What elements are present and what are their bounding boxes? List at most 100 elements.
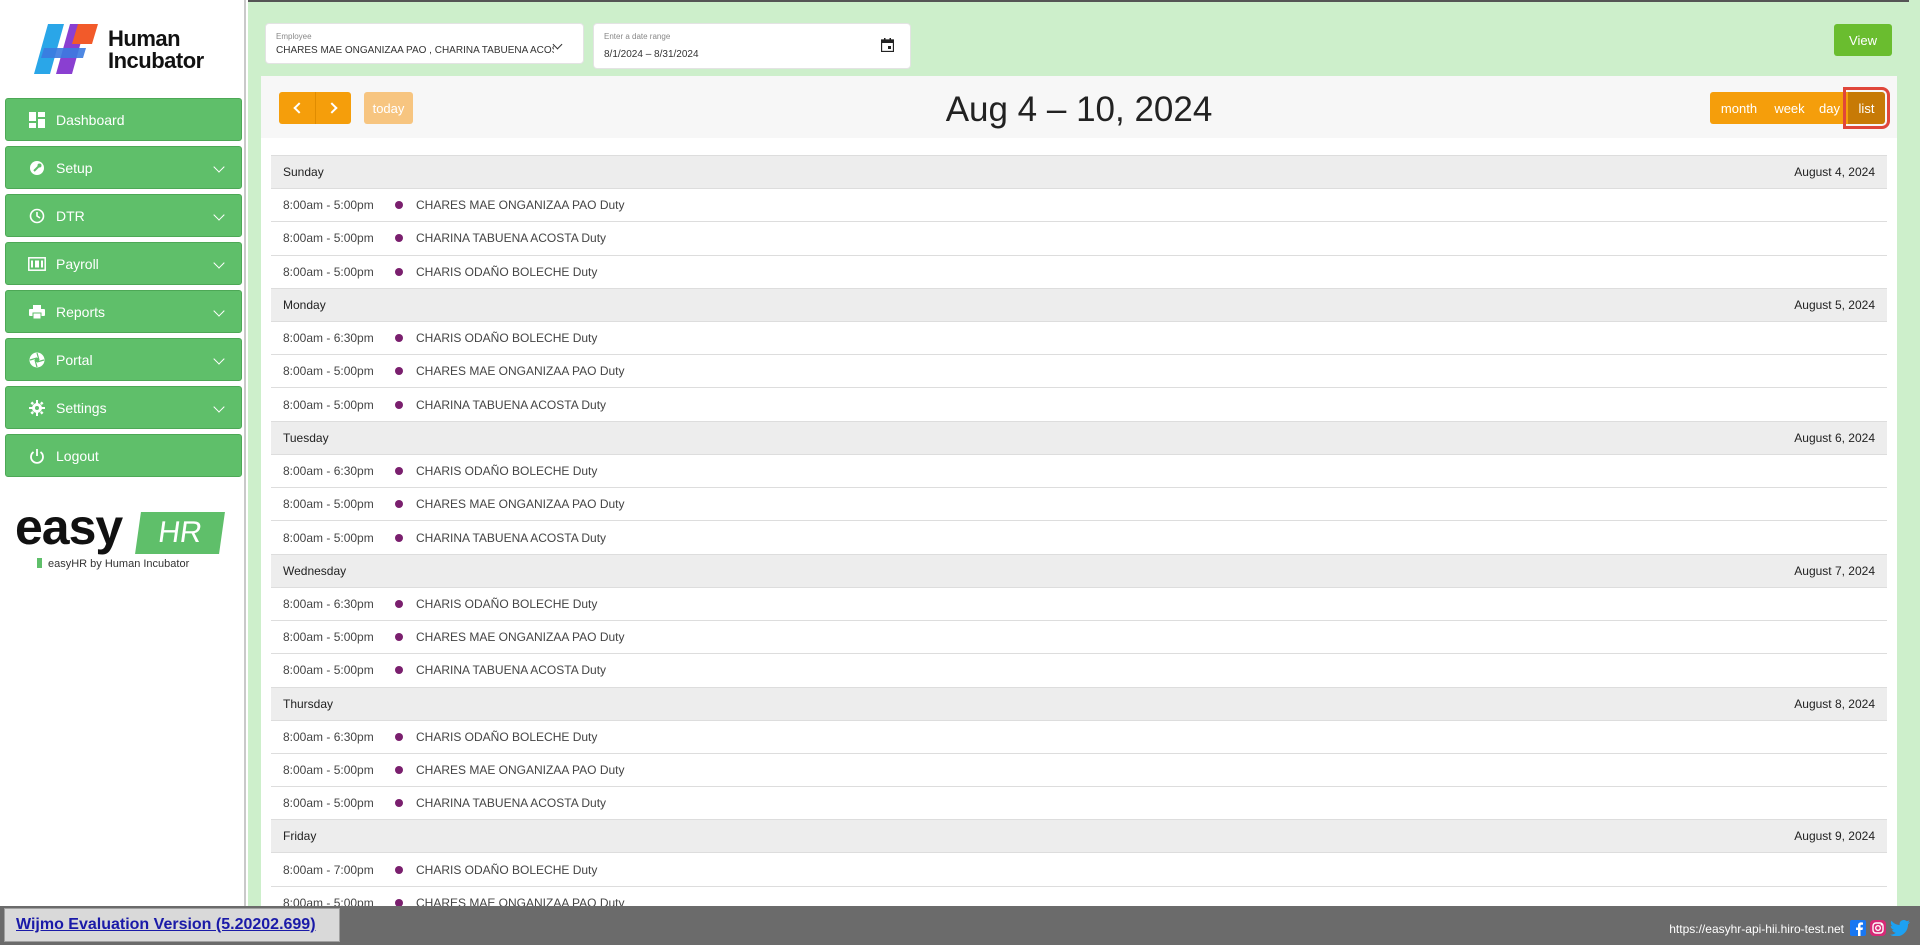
twitter-icon[interactable] [1890, 920, 1910, 936]
day-date[interactable]: August 5, 2024 [1794, 298, 1875, 312]
day-date[interactable]: August 4, 2024 [1794, 165, 1875, 179]
event-dot-icon [395, 234, 403, 243]
event-row[interactable]: 8:00am - 5:00pm CHARES MAE ONGANIZAA PAO … [271, 621, 1887, 655]
logo-text-line1: Human [108, 26, 181, 51]
event-dot-icon [395, 865, 403, 874]
employee-select[interactable]: Employee CHARES MAE ONGANIZAA PAO , CHAR… [265, 23, 584, 64]
calendar-toolbar: today Aug 4 – 10, 2024 month week day list [261, 76, 1897, 138]
event-title[interactable]: CHARINA TABUENA ACOSTA Duty [416, 796, 606, 810]
human-incubator-logo: Human Incubator [34, 24, 214, 80]
sidebar-item-label: Reports [56, 303, 106, 320]
event-title[interactable]: CHARIS ODAÑO BOLECHE Duty [416, 863, 597, 877]
event-row[interactable]: 8:00am - 5:00pm CHARIS ODAÑO BOLECHE Duty [271, 256, 1887, 289]
sidebar-item-portal[interactable]: Portal [5, 338, 242, 381]
event-row[interactable]: 8:00am - 6:30pm CHARIS ODAÑO BOLECHE Duty [271, 721, 1887, 754]
event-dot-icon [395, 201, 403, 210]
event-row[interactable]: 8:00am - 5:00pm CHARINA TABUENA ACOSTA Du… [271, 388, 1887, 422]
view-day-button[interactable]: day [1811, 92, 1848, 124]
easyhr-brand-word: easy [15, 499, 123, 555]
event-row[interactable]: 8:00am - 5:00pm CHARES MAE ONGANIZAA PAO … [271, 754, 1887, 788]
clock-icon [28, 207, 46, 225]
event-row[interactable]: 8:00am - 5:00pm CHARINA TABUENA ACOSTA Du… [271, 787, 1887, 821]
event-title[interactable]: CHARINA TABUENA ACOSTA Duty [416, 231, 606, 245]
event-title[interactable]: CHARINA TABUENA ACOSTA Duty [416, 531, 606, 545]
event-time: 8:00am - 5:00pm [283, 364, 374, 379]
event-time: 8:00am - 6:30pm [283, 729, 374, 744]
logo-mark-icon [34, 24, 98, 74]
sidebar-item-reports[interactable]: Reports [5, 290, 242, 333]
view-button[interactable]: View [1834, 24, 1892, 56]
event-time: 8:00am - 5:00pm [283, 663, 374, 678]
day-date[interactable]: August 7, 2024 [1794, 564, 1875, 578]
event-title[interactable]: CHARIS ODAÑO BOLECHE Duty [416, 597, 597, 611]
facebook-icon[interactable] [1850, 920, 1866, 936]
chevron-down-icon [213, 353, 225, 365]
event-time: 8:00am - 5:00pm [283, 763, 374, 777]
date-range-input[interactable]: Enter a date range 8/1/2024 – 8/31/2024 [593, 23, 911, 69]
day-name: Sunday [283, 165, 324, 179]
wijmo-evaluation-link[interactable]: Wijmo Evaluation Version (5.20202.699) [16, 916, 316, 934]
event-row[interactable]: 8:00am - 5:00pm CHARES MAE ONGANIZAA PAO … [271, 355, 1887, 389]
sidebar-item-setup[interactable]: Setup [5, 146, 242, 189]
event-title[interactable]: CHARIS ODAÑO BOLECHE Duty [416, 265, 597, 279]
event-time: 8:00am - 5:00pm [283, 264, 374, 279]
event-title[interactable]: CHARIS ODAÑO BOLECHE Duty [416, 464, 597, 478]
sidebar-item-settings[interactable]: Settings [5, 386, 242, 429]
sidebar-nav: Dashboard Setup DTR Payroll Reports Portal Set… [5, 98, 242, 482]
easyhr-brand-box: HR [135, 512, 225, 554]
chevron-down-icon[interactable] [552, 39, 563, 50]
event-row[interactable]: 8:00am - 6:30pm CHARIS ODAÑO BOLECHE Duty [271, 322, 1887, 356]
event-title[interactable]: CHARINA TABUENA ACOSTA Duty [416, 398, 606, 412]
event-title[interactable]: CHARIS ODAÑO BOLECHE Duty [416, 730, 597, 744]
event-row[interactable]: 8:00am - 6:30pm CHARIS ODAÑO BOLECHE Duty [271, 455, 1887, 489]
day-date[interactable]: August 9, 2024 [1794, 829, 1875, 843]
event-row[interactable]: 8:00am - 6:30pm CHARIS ODAÑO BOLECHE Duty [271, 588, 1887, 621]
payroll-icon [28, 255, 46, 273]
event-title[interactable]: CHARES MAE ONGANIZAA PAO Duty [416, 763, 625, 777]
event-row[interactable]: 8:00am - 5:00pm CHARINA TABUENA ACOSTA Du… [271, 222, 1887, 256]
event-row[interactable]: 8:00am - 7:00pm CHARIS ODAÑO BOLECHE Duty [271, 853, 1887, 887]
day-date[interactable]: August 6, 2024 [1794, 431, 1875, 445]
event-row[interactable]: 8:00am - 5:00pm CHARES MAE ONGANIZAA PAO … [271, 488, 1887, 522]
day-date[interactable]: August 8, 2024 [1794, 697, 1875, 711]
event-time: 8:00am - 6:30pm [283, 331, 374, 346]
day-header-wednesday: Wednesday August 7, 2024 [271, 554, 1887, 588]
view-month-button[interactable]: month [1710, 92, 1768, 124]
event-title[interactable]: CHARES MAE ONGANIZAA PAO Duty [416, 364, 625, 378]
event-title[interactable]: CHARIS ODAÑO BOLECHE Duty [416, 331, 597, 345]
instagram-icon[interactable] [1870, 920, 1886, 936]
sidebar-item-dashboard[interactable]: Dashboard [5, 98, 242, 141]
dashboard-icon [28, 111, 46, 129]
day-header-sunday: Sunday August 4, 2024 [271, 156, 1887, 189]
employee-select-value: CHARES MAE ONGANIZAA PAO , CHARINA TABUE… [276, 45, 554, 56]
calendar: today Aug 4 – 10, 2024 month week day list … [261, 76, 1897, 921]
view-week-button[interactable]: week [1768, 92, 1811, 124]
sidebar-item-payroll[interactable]: Payroll [5, 242, 242, 285]
calendar-icon[interactable] [881, 38, 894, 52]
aperture-icon [28, 351, 46, 369]
event-time: 8:00am - 5:00pm [283, 796, 374, 811]
day-header-friday: Friday August 9, 2024 [271, 820, 1887, 854]
event-row[interactable]: 8:00am - 5:00pm CHARINA TABUENA ACOSTA Du… [271, 521, 1887, 555]
employee-select-label: Employee [276, 32, 312, 41]
event-title[interactable]: CHARINA TABUENA ACOSTA Duty [416, 663, 606, 677]
power-icon [28, 447, 46, 465]
event-dot-icon [395, 400, 403, 409]
day-name: Tuesday [283, 430, 329, 445]
event-dot-icon [395, 466, 403, 475]
event-title[interactable]: CHARES MAE ONGANIZAA PAO Duty [416, 497, 625, 511]
view-list-button[interactable]: list [1843, 87, 1890, 129]
sidebar-item-dtr[interactable]: DTR [5, 194, 242, 237]
event-row[interactable]: 8:00am - 5:00pm CHARES MAE ONGANIZAA PAO … [271, 189, 1887, 223]
event-dot-icon [395, 766, 403, 774]
event-time: 8:00am - 5:00pm [283, 497, 374, 512]
event-dot-icon [395, 267, 403, 276]
event-title[interactable]: CHARES MAE ONGANIZAA PAO Duty [416, 198, 625, 212]
day-header-thursday: Thursday August 8, 2024 [271, 687, 1887, 721]
event-title[interactable]: CHARES MAE ONGANIZAA PAO Duty [416, 630, 625, 644]
event-row[interactable]: 8:00am - 5:00pm CHARINA TABUENA ACOSTA Du… [271, 654, 1887, 688]
sidebar-item-logout[interactable]: Logout [5, 434, 242, 477]
day-header-monday: Monday August 5, 2024 [271, 288, 1887, 322]
event-dot-icon [395, 799, 403, 808]
sidebar: Human Incubator Dashboard Setup DTR Payroll… [0, 0, 246, 906]
